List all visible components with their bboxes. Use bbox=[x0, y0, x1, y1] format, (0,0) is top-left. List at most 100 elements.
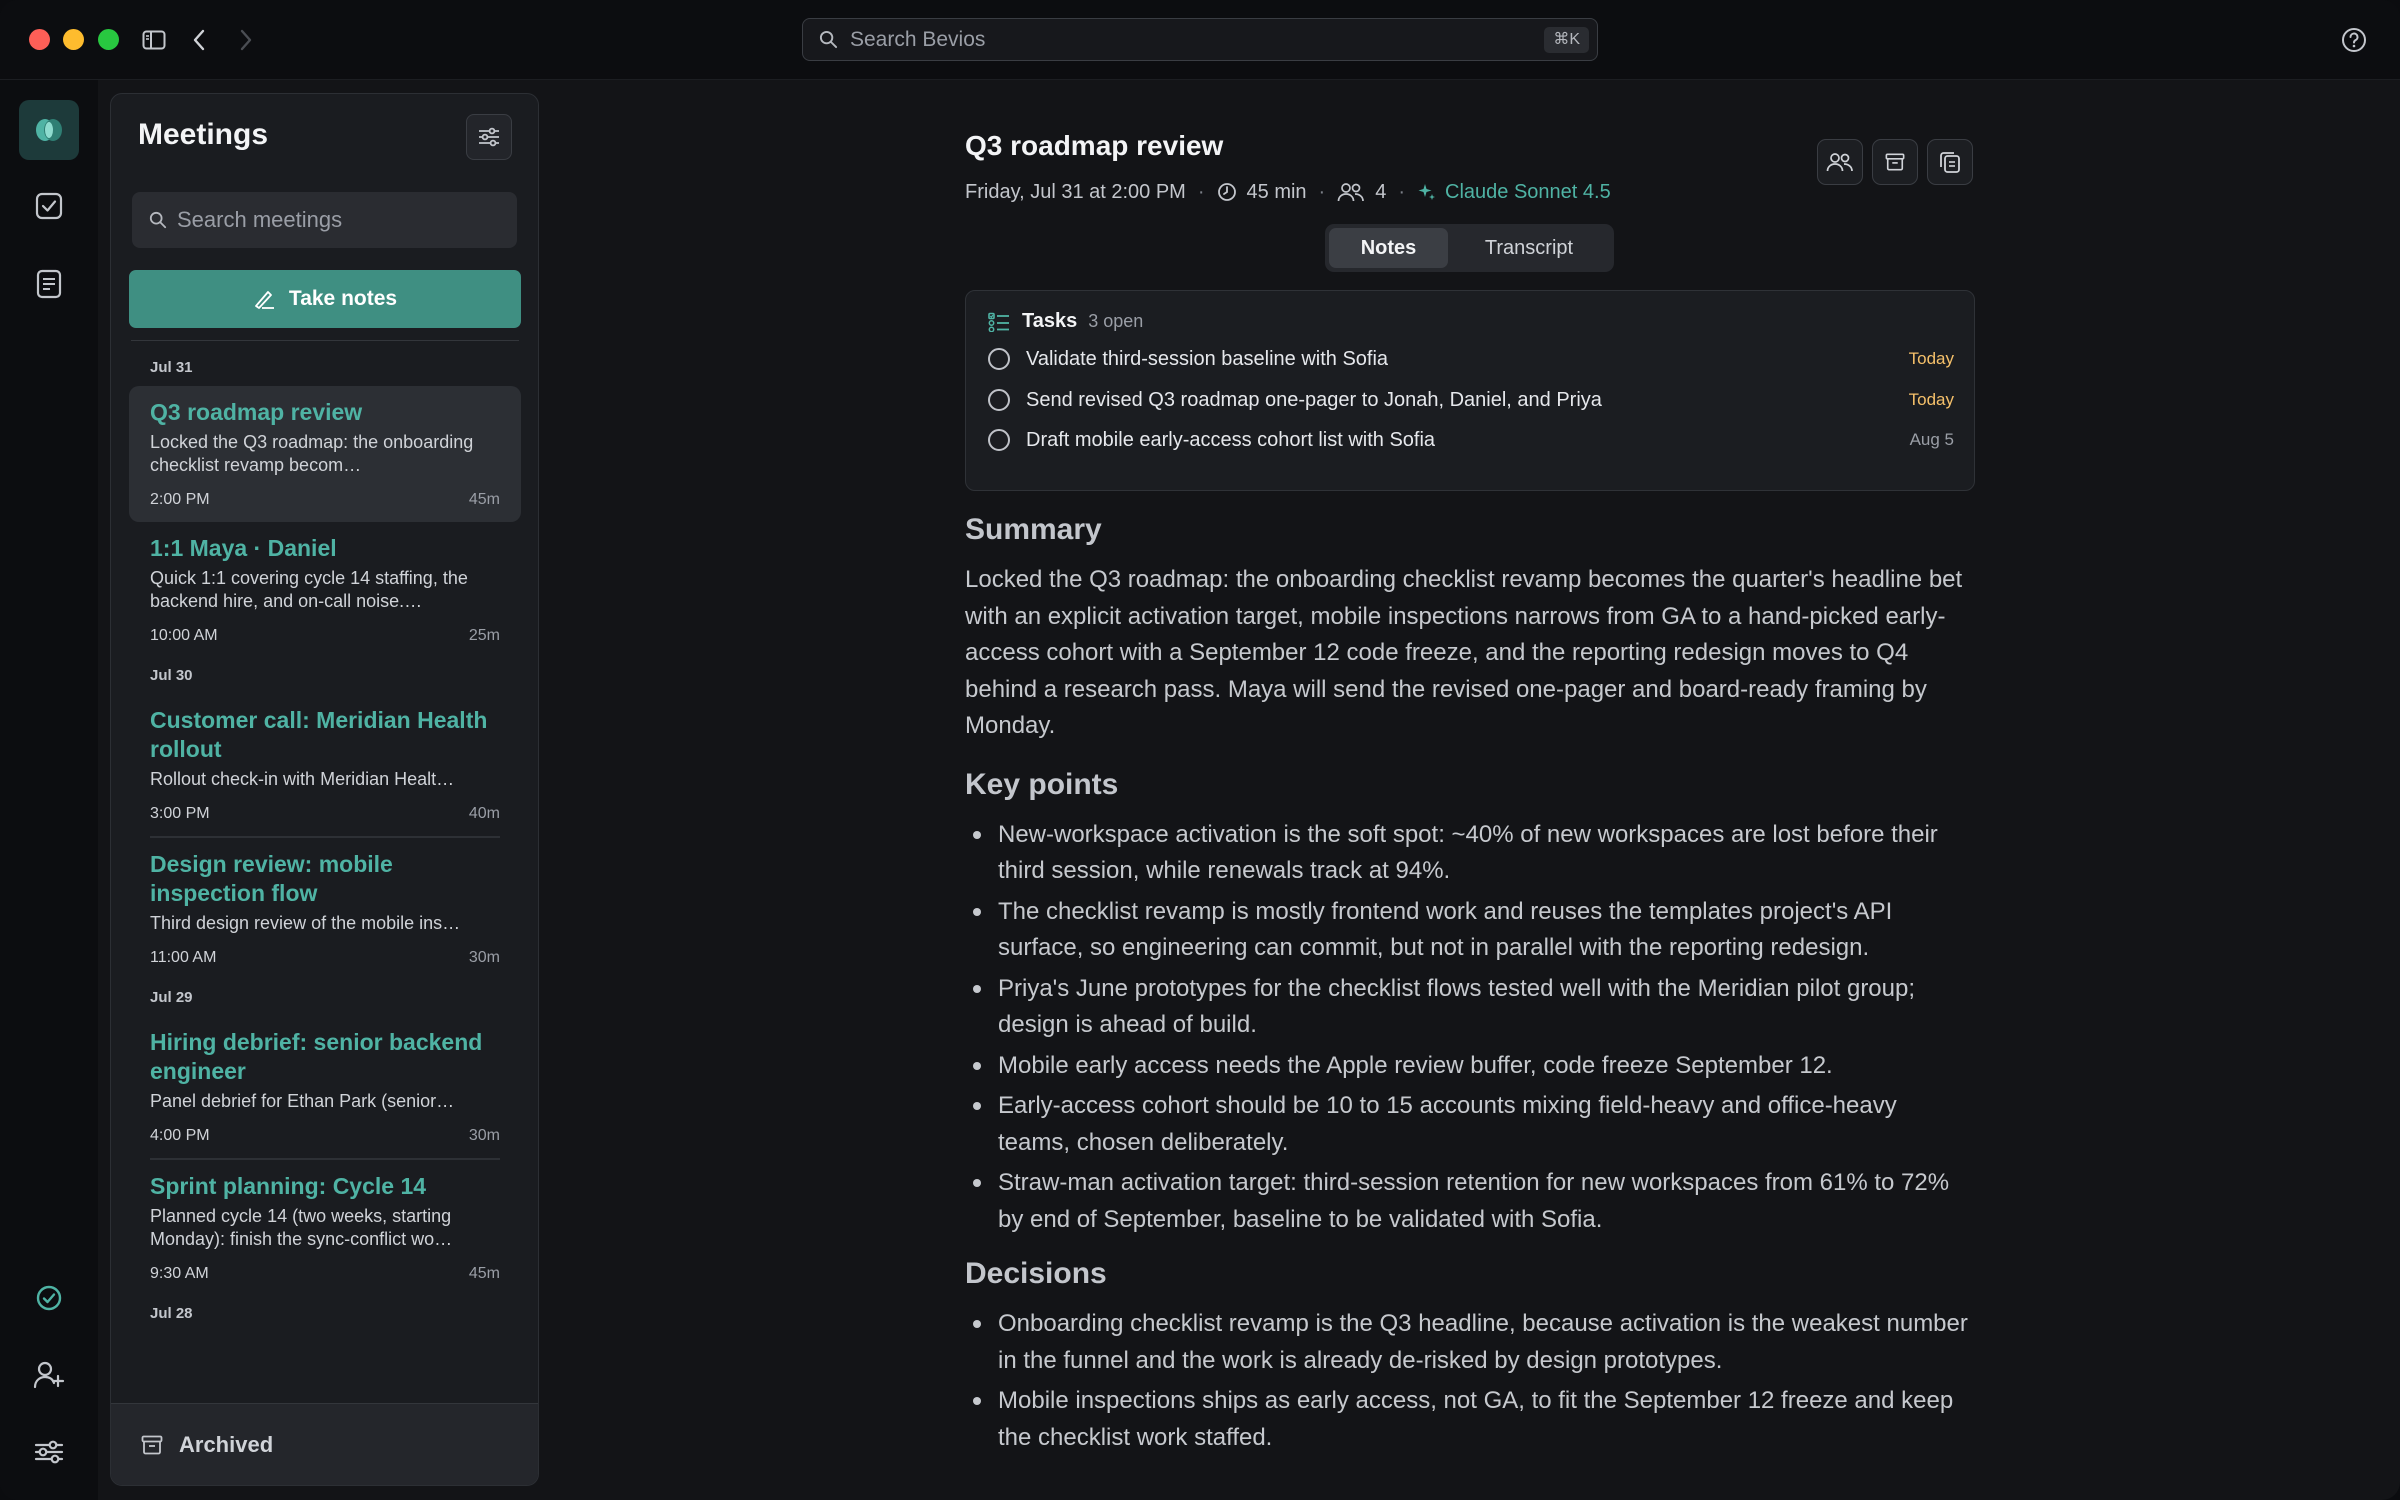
notes-content: Summary Locked the Q3 roadmap: the onboa… bbox=[965, 510, 1975, 1472]
task-list-icon bbox=[988, 312, 1009, 332]
pen-icon bbox=[255, 291, 274, 309]
meeting-title: Sprint planning: Cycle 14 bbox=[150, 1173, 427, 1199]
date-header: Jul 28 bbox=[150, 1305, 193, 1322]
date-header: Jul 29 bbox=[150, 989, 193, 1006]
date-header: Jul 30 bbox=[150, 667, 193, 684]
close-window-button[interactable] bbox=[29, 29, 50, 50]
task-item: Draft mobile early-access cohort list wi… bbox=[988, 425, 1954, 455]
attendees-button[interactable] bbox=[1817, 139, 1863, 185]
check-circle-icon bbox=[36, 1285, 62, 1311]
tasks-open-count: 3 open bbox=[1088, 311, 1144, 331]
meeting-title: Design review: mobile inspection flow bbox=[150, 851, 393, 906]
meeting-duration: 30m bbox=[468, 1127, 500, 1144]
sidebar-title: Meetings bbox=[138, 118, 269, 151]
search-icon bbox=[819, 30, 838, 49]
task-checkbox[interactable] bbox=[988, 348, 1010, 370]
copy-button[interactable] bbox=[1927, 139, 1973, 185]
task-text: Validate third-session baseline with Sof… bbox=[1026, 347, 1389, 370]
rail-notes-button[interactable] bbox=[19, 254, 79, 314]
rail-tasks-button[interactable] bbox=[19, 176, 79, 236]
tasks-header: Tasks 3 open bbox=[988, 310, 1143, 333]
meetings-search-input[interactable]: Search meetings bbox=[132, 192, 517, 248]
take-notes-button[interactable]: Take notes bbox=[129, 270, 521, 328]
forward-icon[interactable] bbox=[228, 22, 264, 58]
app-window: Search Bevios ⌘K Meetings Search meeting… bbox=[0, 0, 2400, 1500]
minimize-window-button[interactable] bbox=[63, 29, 84, 50]
meeting-title: Customer call: Meridian Health rollout bbox=[150, 707, 488, 762]
meeting-detail: Q3 roadmap review Friday, Jul 31 at 2:00… bbox=[965, 80, 1975, 1500]
sparkle-icon bbox=[1418, 184, 1436, 200]
task-text: Draft mobile early-access cohort list wi… bbox=[1026, 428, 1436, 451]
task-due: Today bbox=[1908, 390, 1954, 409]
meeting-item-hiring-debrief[interactable]: Hiring debrief: senior backend engineer … bbox=[150, 1016, 500, 1160]
rail-status-button[interactable] bbox=[19, 1268, 79, 1328]
rail-meetings-button[interactable] bbox=[19, 100, 79, 160]
sidebar-divider bbox=[131, 340, 519, 341]
meta-separator: · bbox=[1398, 180, 1406, 203]
meeting-time: 10:00 AM bbox=[150, 627, 218, 644]
archived-button[interactable]: Archived bbox=[111, 1403, 538, 1485]
meeting-description: Locked the Q3 roadmap: the onboarding ch… bbox=[150, 432, 474, 475]
back-icon[interactable] bbox=[181, 22, 217, 58]
zoom-window-button[interactable] bbox=[98, 29, 119, 50]
rail-settings-button[interactable] bbox=[19, 1422, 79, 1482]
meeting-item-q3-roadmap-review[interactable]: Q3 roadmap review Locked the Q3 roadmap:… bbox=[129, 386, 521, 522]
task-due: Today bbox=[1908, 349, 1954, 368]
key-points-list: New-workspace activation is the soft spo… bbox=[965, 817, 1975, 1239]
meeting-time: 4:00 PM bbox=[150, 1127, 210, 1144]
archive-button[interactable] bbox=[1872, 139, 1918, 185]
meeting-item-customer-call-meridian[interactable]: Customer call: Meridian Health rollout R… bbox=[150, 694, 500, 838]
tab-notes[interactable]: Notes bbox=[1329, 228, 1448, 268]
task-checkbox[interactable] bbox=[988, 429, 1010, 451]
app-logo-icon bbox=[36, 119, 62, 141]
decision: Mobile inspections ships as early access… bbox=[965, 1383, 1975, 1456]
rail-invite-button[interactable] bbox=[19, 1345, 79, 1405]
filter-button[interactable] bbox=[466, 114, 512, 160]
meeting-duration: 45m bbox=[468, 491, 500, 508]
meetings-list: Jul 31 Q3 roadmap review Locked the Q3 r… bbox=[129, 350, 521, 1485]
sidebar-toggle-icon[interactable] bbox=[136, 22, 172, 58]
meeting-time: 2:00 PM bbox=[150, 491, 210, 508]
task-checkbox[interactable] bbox=[988, 389, 1010, 411]
tasks-card: Tasks 3 open Validate third-session base… bbox=[965, 290, 1975, 491]
meeting-item-sprint-planning[interactable]: Sprint planning: Cycle 14 Planned cycle … bbox=[129, 1160, 521, 1296]
document-icon bbox=[36, 269, 62, 299]
checkbox-icon bbox=[35, 192, 63, 220]
decisions-list: Onboarding checklist revamp is the Q3 he… bbox=[965, 1306, 1975, 1456]
add-user-icon bbox=[33, 1361, 65, 1389]
clock-icon bbox=[1217, 183, 1236, 201]
meeting-time: 11:00 AM bbox=[150, 949, 217, 966]
summary-text: Locked the Q3 roadmap: the onboarding ch… bbox=[965, 566, 1963, 739]
people-icon bbox=[1337, 183, 1365, 202]
meeting-description: Planned cycle 14 (two weeks, starting Mo… bbox=[150, 1206, 453, 1249]
help-icon[interactable] bbox=[2336, 22, 2372, 58]
key-points-heading: Key points bbox=[965, 767, 1119, 801]
search-shortcut-badge: ⌘K bbox=[1544, 27, 1589, 53]
decision: Onboarding checklist revamp is the Q3 he… bbox=[965, 1306, 1975, 1379]
title-bar: Search Bevios ⌘K bbox=[0, 0, 2400, 80]
view-tabs: Notes Transcript bbox=[1325, 224, 1614, 272]
navigation-rail bbox=[0, 80, 98, 1500]
meeting-detail-title: Q3 roadmap review bbox=[965, 130, 1224, 161]
sliders-icon bbox=[34, 1440, 64, 1464]
key-point: The checklist revamp is mostly frontend … bbox=[965, 894, 1975, 967]
task-due: Aug 5 bbox=[1909, 430, 1954, 449]
meeting-item-design-review-mobile[interactable]: Design review: mobile inspection flow Th… bbox=[129, 838, 521, 980]
meetings-search-placeholder: Search meetings bbox=[177, 207, 343, 232]
meeting-duration: 40m bbox=[468, 805, 500, 822]
meeting-duration: 45m bbox=[468, 1265, 500, 1282]
meeting-item-1-1-maya-daniel[interactable]: 1:1 Maya · Daniel Quick 1:1 covering cyc… bbox=[129, 522, 521, 658]
task-text: Send revised Q3 roadmap one-pager to Jon… bbox=[1026, 388, 1602, 411]
meeting-description: Third design review of the mobile ins… bbox=[150, 913, 461, 933]
summary-heading: Summary bbox=[965, 513, 1102, 546]
attendee-count: 4 bbox=[1375, 180, 1387, 203]
archive-icon bbox=[1885, 153, 1905, 171]
meta-separator: · bbox=[1197, 180, 1205, 203]
tasks-title: Tasks bbox=[1022, 310, 1078, 332]
tab-transcript[interactable]: Transcript bbox=[1448, 228, 1610, 268]
global-search-input[interactable]: Search Bevios ⌘K bbox=[802, 18, 1598, 61]
task-item: Validate third-session baseline with Sof… bbox=[988, 344, 1954, 374]
meeting-duration: 30m bbox=[468, 949, 500, 966]
meeting-actions bbox=[1817, 139, 1973, 185]
meeting-description: Panel debrief for Ethan Park (senior… bbox=[150, 1091, 455, 1111]
